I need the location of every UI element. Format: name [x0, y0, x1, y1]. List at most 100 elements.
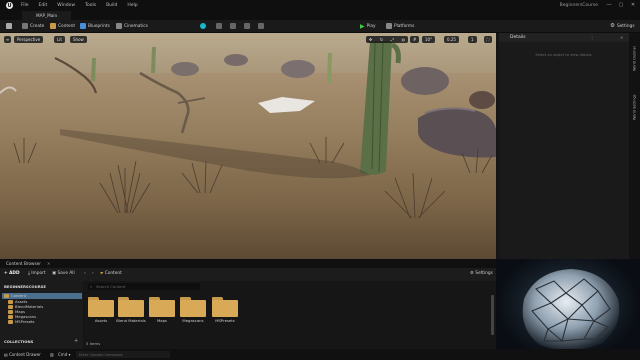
cactus [360, 41, 392, 175]
history-back-icon[interactable]: ‹ [84, 271, 86, 276]
maximize-icon[interactable]: ▢ [616, 2, 626, 8]
console-input[interactable]: Enter Console Command [76, 351, 170, 358]
tree-item-content[interactable]: Content [4, 293, 26, 298]
chevron-down-icon: ▾ [68, 352, 71, 357]
menu-bar: U File Edit Window Tools Build Help [0, 0, 640, 11]
lit-dropdown[interactable]: Lit [54, 36, 65, 43]
menu-window[interactable]: Window [57, 3, 75, 8]
perspective-label: Perspective [17, 37, 41, 42]
cmd-dropdown[interactable]: Cmd ▾ [58, 352, 71, 357]
blueprints-button[interactable]: Blueprints [80, 23, 110, 29]
status-bar: ▤ Content Drawer ▥ Cmd ▾ Enter Console C… [0, 349, 640, 360]
main-toolbar: Create Content Blueprints Cinematics ▶ Pl… [0, 20, 640, 33]
folder-blend-materials[interactable]: Blend Materials [116, 297, 146, 323]
tree-root[interactable]: BEGINNERSCOURSE [4, 284, 46, 289]
cb-settings-button[interactable]: ⚙ Settings [470, 271, 493, 276]
save-all-label: Save All [57, 271, 75, 276]
save-button[interactable] [6, 23, 12, 29]
content-label: Content [58, 23, 76, 29]
platforms-button[interactable]: Platforms [386, 23, 414, 29]
landscape-icon [244, 23, 250, 29]
scrollbar[interactable] [491, 295, 494, 335]
world-icon[interactable]: ◍ [401, 37, 405, 42]
log-icon: ▥ [50, 352, 54, 357]
tree-item-label: MSPresets [15, 319, 35, 324]
settings-label: Settings [616, 23, 635, 29]
rotate-icon[interactable]: ↻ [380, 37, 383, 42]
content-drawer-button[interactable]: ▤ Content Drawer [4, 352, 41, 357]
cinematics-button[interactable]: Cinematics [116, 23, 148, 29]
menu-tools[interactable]: Tools [85, 3, 96, 8]
play-button[interactable]: ▶ Play [360, 23, 376, 30]
folder-mspresets[interactable]: MSPresets [212, 297, 238, 323]
add-collection-icon[interactable]: + [74, 338, 78, 344]
transform-icon [216, 23, 222, 29]
snap-angle-dropdown[interactable]: 10° [422, 36, 436, 43]
create-button[interactable]: Create [22, 23, 44, 29]
import-button[interactable]: ⤓ Import [28, 271, 46, 276]
scale-snap-dropdown[interactable]: 0.25 [444, 36, 459, 43]
close-icon[interactable]: ✕ [628, 2, 638, 8]
desert-scene [0, 41, 496, 219]
tab-close-icon[interactable]: ✕ [47, 261, 50, 266]
folder-icon [8, 309, 13, 314]
dead-branch [54, 57, 98, 94]
camera-speed-dropdown[interactable]: 1 [468, 36, 477, 43]
rock [401, 67, 449, 95]
add-button[interactable]: + ADD [4, 271, 20, 276]
menu-build[interactable]: Build [106, 3, 117, 8]
menu-help[interactable]: Help [127, 3, 137, 8]
select-mode-button[interactable] [200, 23, 206, 29]
rock [224, 54, 248, 66]
details-options-icon[interactable]: ⋮ [590, 35, 594, 40]
collections-header[interactable]: COLLECTIONS [4, 339, 33, 344]
show-dropdown[interactable]: Show [70, 36, 87, 43]
viewport-menu-button[interactable]: ≡ [4, 36, 11, 43]
history-forward-icon[interactable]: › [92, 271, 94, 276]
content-tree-panel: BEGINNERSCOURSE Content Assets BlendMate… [0, 281, 83, 349]
console-placeholder: Enter Console Command [79, 352, 123, 357]
landscape-button[interactable] [244, 23, 250, 29]
world-outliner-tab[interactable]: World Outliner [629, 41, 640, 75]
transform-tools[interactable]: ✥ ↻ ⤢ ◍ [366, 36, 408, 43]
project-name: BeginnersCourse [559, 3, 598, 8]
settings-button[interactable]: ⚙ Settings [610, 23, 635, 29]
content-browser-title: Content Browser [6, 261, 41, 266]
folder-megascans[interactable]: Megascans [180, 297, 206, 323]
minimize-icon[interactable]: — [604, 2, 614, 8]
output-log-button[interactable]: ▥ [50, 352, 54, 357]
save-all-button[interactable]: ▣ Save All [52, 271, 75, 276]
transform-button[interactable] [216, 23, 222, 29]
level-viewport[interactable]: ≡ Perspective Lit Show ✥ ↻ ⤢ ◍ # 10° 0.2… [0, 33, 496, 259]
maximize-viewport-button[interactable]: ⛶ [484, 36, 492, 43]
details-title: Details [510, 35, 526, 40]
translate-icon[interactable]: ✥ [369, 37, 372, 42]
mode-button[interactable] [230, 23, 236, 29]
folder-maps[interactable]: Maps [149, 297, 175, 323]
perspective-dropdown[interactable]: Perspective [14, 36, 44, 43]
folder-assets[interactable]: Assets [88, 297, 114, 323]
content-browser-tab[interactable]: Content Browser ✕ [0, 259, 496, 268]
world-settings-tab[interactable]: World Settings [629, 91, 640, 123]
create-label: Create [30, 23, 45, 29]
search-input[interactable]: ⌕ Search Content [88, 283, 200, 290]
menu-edit[interactable]: Edit [39, 3, 48, 8]
folder-icon [50, 23, 56, 29]
drawer-icon: ▤ [4, 352, 8, 357]
snap-grid-button[interactable]: # [410, 36, 420, 43]
scale-icon[interactable]: ⤢ [391, 37, 394, 42]
details-empty-message: Select an object to view details. [535, 53, 593, 57]
platforms-icon [386, 23, 392, 29]
details-close-icon[interactable]: ✕ [620, 35, 623, 40]
unreal-logo-icon[interactable]: U [6, 2, 13, 9]
rock [281, 60, 315, 78]
tree-item-mspresets[interactable]: MSPresets [8, 319, 35, 324]
content-button[interactable]: Content [50, 23, 75, 29]
play-label: Play [366, 24, 376, 29]
map-tab[interactable]: MAP_Main [22, 11, 72, 20]
tree-item-label: Content [11, 293, 27, 298]
foliage-button[interactable] [258, 23, 264, 29]
path-breadcrumb[interactable]: ▰ Content [100, 271, 122, 276]
gear-icon: ⚙ [610, 23, 615, 29]
menu-file[interactable]: File [21, 3, 29, 8]
